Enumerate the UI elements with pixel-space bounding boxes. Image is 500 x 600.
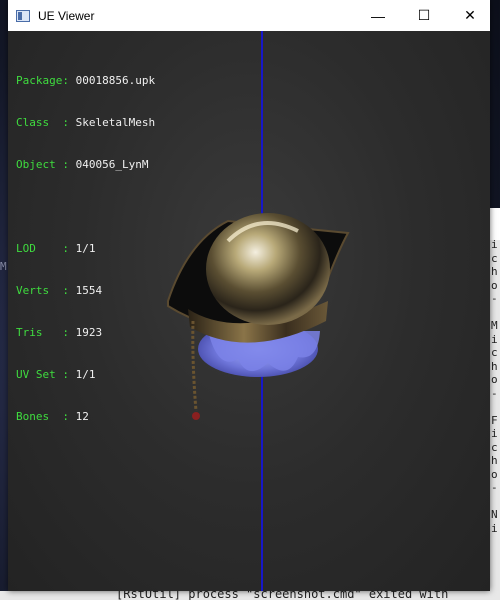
app-window-icon xyxy=(16,9,30,22)
console-line: F xyxy=(491,413,498,427)
console-line: h xyxy=(491,454,498,467)
console-line: c xyxy=(491,346,498,359)
minimize-button[interactable]: — xyxy=(355,0,401,31)
console-output: icho-Micho-Ficho-Ni xyxy=(491,238,500,535)
console-line: o xyxy=(491,373,498,386)
console-line: i xyxy=(491,427,498,440)
info-row-verts: Verts : 1554 xyxy=(16,284,103,297)
console-line: i xyxy=(491,332,498,346)
console-line: - xyxy=(491,481,498,494)
info-row-package: Package: 00018856.upk xyxy=(16,74,156,87)
console-line: i xyxy=(491,238,498,251)
tassel-bead xyxy=(192,412,200,420)
helmet-dome xyxy=(206,213,330,325)
console-line: c xyxy=(491,440,498,454)
info-row-uvset: UV Set : 1/1 xyxy=(16,368,96,381)
console-status-text: [RstUtil] process "screenshot.cmd" exite… xyxy=(116,591,449,600)
info-row-bones: Bones : 12 xyxy=(16,410,89,423)
console-bottom-strip: [RstUtil] process "screenshot.cmd" exite… xyxy=(0,591,500,600)
console-line: o xyxy=(491,467,498,481)
console-line: o xyxy=(491,278,498,292)
console-line: N xyxy=(491,508,498,521)
console-line: - xyxy=(491,386,498,400)
info-row-class: Class : SkeletalMesh xyxy=(16,116,156,129)
maximize-button[interactable]: ☐ xyxy=(401,0,447,31)
console-line: h xyxy=(491,359,498,373)
info-row-lod: LOD : 1/1 xyxy=(16,242,96,255)
console-line: h xyxy=(491,265,498,278)
console-line: c xyxy=(491,251,498,265)
info-row-tris: Tris : 1923 xyxy=(16,326,103,339)
tassel-chain xyxy=(191,320,198,412)
window-title: UE Viewer xyxy=(38,8,95,23)
mesh-info-overlay: Package: 00018856.upk Class : SkeletalMe… xyxy=(16,46,155,452)
3d-viewport[interactable]: Package: 00018856.upk Class : SkeletalMe… xyxy=(8,31,490,591)
info-row-object: Object : 040056_LynM xyxy=(16,158,149,171)
close-button[interactable]: ✕ xyxy=(447,0,493,31)
console-line: - xyxy=(491,292,498,305)
ue-viewer-window[interactable]: UE Viewer — ☐ ✕ Package: 00018856.upk Cl… xyxy=(8,0,490,591)
console-line: i xyxy=(491,521,498,535)
desktop-text-fragment: M xyxy=(0,260,7,273)
console-line: M xyxy=(491,319,498,332)
titlebar[interactable]: UE Viewer — ☐ ✕ xyxy=(8,0,490,31)
helmet-mesh-render[interactable] xyxy=(148,181,358,431)
console-header xyxy=(490,208,500,240)
info-spacer xyxy=(16,200,155,214)
